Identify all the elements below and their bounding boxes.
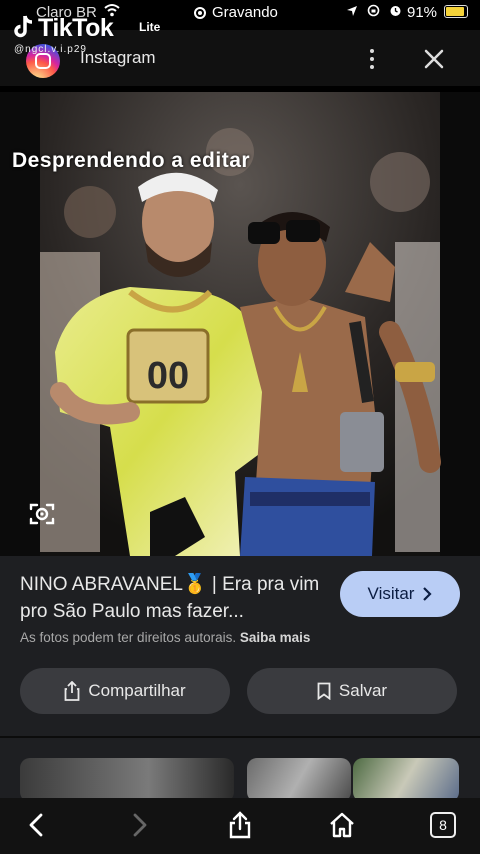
more-options-button[interactable] [362, 44, 382, 74]
recording-indicator: Gravando [194, 4, 278, 21]
record-icon [194, 6, 206, 19]
toolbar-share-button[interactable] [225, 810, 255, 840]
share-label: Compartilhar [88, 681, 186, 700]
tabs-button[interactable]: 8 [430, 812, 456, 838]
tiktok-username: @ngcl.v.i.p29 [14, 44, 87, 55]
result-title[interactable]: NINO ABRAVANEL🥇 | Era pra vim pro São Pa… [20, 571, 330, 625]
pendant-number: 00 [147, 355, 189, 397]
more-options-icon [370, 49, 374, 53]
learn-more-link[interactable]: Saiba mais [240, 630, 311, 645]
battery-icon [444, 5, 468, 18]
location-icon [347, 5, 357, 16]
save-label: Salvar [338, 681, 388, 700]
save-button[interactable]: Salvar [247, 668, 457, 714]
recording-label: Gravando [212, 4, 278, 21]
battery-percent: 91% [407, 4, 438, 21]
visit-button[interactable]: Visitar [340, 571, 460, 617]
chevron-right-icon [423, 587, 433, 601]
forward-button[interactable] [124, 810, 154, 840]
alarm-icon [390, 6, 401, 16]
home-button[interactable] [327, 810, 357, 840]
tab-count: 8 [439, 817, 447, 833]
image-caption: Desprendendo a editar [12, 149, 251, 172]
bookmark-icon [317, 682, 331, 700]
close-button[interactable] [420, 45, 448, 73]
battery-level-fill [446, 7, 465, 16]
share-button[interactable]: Compartilhar [20, 668, 230, 714]
screen-lock-icon [367, 4, 380, 17]
site-name: Instagram [80, 48, 156, 67]
tiktok-brand: TikTok [38, 14, 114, 42]
share-icon [64, 681, 80, 701]
visit-label: Visitar [367, 584, 415, 603]
related-thumbnail[interactable] [247, 758, 351, 802]
related-thumbnail[interactable] [353, 758, 459, 802]
status-icons [346, 4, 402, 17]
back-button[interactable] [22, 810, 52, 840]
copyright-notice: As fotos podem ter direitos autorais. Sa… [20, 630, 310, 645]
tiktok-logo-icon [14, 15, 33, 38]
lens-search-button[interactable] [26, 498, 58, 530]
related-thumbnail[interactable] [20, 758, 234, 802]
copyright-text: As fotos podem ter direitos autorais. [20, 630, 237, 645]
tiktok-variant: Lite [139, 20, 161, 34]
